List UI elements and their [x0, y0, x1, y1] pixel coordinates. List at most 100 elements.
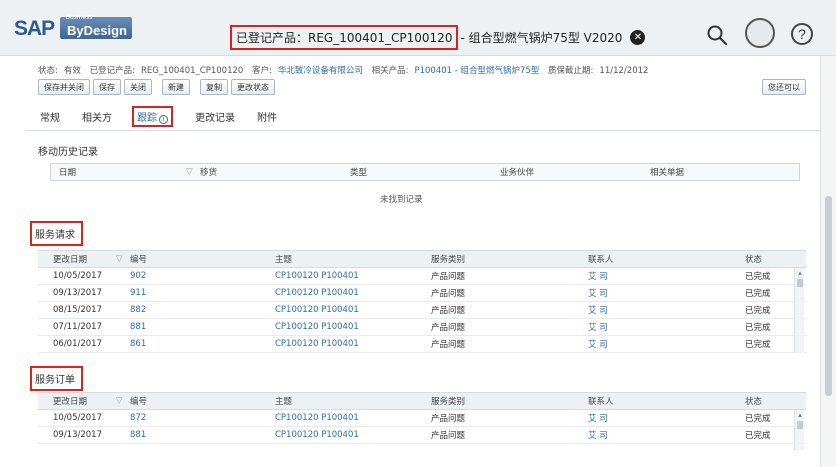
table-row[interactable]: 09/13/2017 911 CP100120 P100401 产品问题 艾 司…: [38, 285, 806, 302]
scroll-thumb[interactable]: [797, 421, 803, 429]
id-link[interactable]: 872: [130, 413, 260, 423]
column-header[interactable]: 更改日期: [38, 395, 116, 407]
id-link[interactable]: 882: [130, 305, 260, 315]
contact-link[interactable]: 艾 司: [573, 304, 730, 316]
category-cell: 产品问题: [431, 414, 466, 424]
contact-link[interactable]: 艾 司: [573, 338, 730, 350]
customer-link[interactable]: 华北致冷设备有限公司: [278, 66, 363, 76]
column-header[interactable]: 编号: [130, 253, 260, 265]
page-scrollbar[interactable]: [820, 56, 836, 467]
product-value: REG_100401_CP100120: [140, 66, 244, 76]
tab-parties[interactable]: 相关方: [80, 108, 114, 125]
close-icon[interactable]: ✕: [630, 29, 646, 45]
date-cell: 10/05/2017: [53, 413, 102, 423]
date-cell: 10/05/2017: [53, 271, 102, 281]
topic-link[interactable]: CP100120 P100401: [260, 413, 416, 423]
contact-link[interactable]: 艾 司: [573, 429, 730, 441]
scroll-thumb[interactable]: [797, 279, 803, 287]
topic-link[interactable]: CP100120 P100401: [260, 305, 416, 315]
warranty-label: 质保截止期:: [548, 66, 594, 76]
more-actions-button[interactable]: 您还可以: [762, 79, 806, 95]
help-icon[interactable]: ?: [791, 23, 813, 45]
sort-icon[interactable]: ▽: [186, 167, 200, 177]
column-header[interactable]: 日期: [51, 166, 186, 178]
logo-sap-text: SAP: [14, 17, 55, 40]
column-header[interactable]: 状态: [730, 253, 806, 265]
topic-link[interactable]: CP100120 P100401: [260, 430, 416, 440]
column-header[interactable]: 状态: [730, 395, 806, 407]
contact-link[interactable]: 艾 司: [573, 287, 730, 299]
column-header[interactable]: 服务类别: [416, 395, 573, 407]
logo-small-text: Business: [66, 14, 93, 21]
column-header[interactable]: 主题: [260, 395, 416, 407]
service-orders-scrollbar[interactable]: ▴: [794, 410, 804, 450]
topic-link[interactable]: CP100120 P100401: [260, 271, 416, 281]
category-cell: 产品问题: [431, 306, 466, 316]
column-header[interactable]: 联系人: [573, 395, 730, 407]
column-header[interactable]: 移货: [200, 166, 350, 178]
category-cell: 产品问题: [431, 289, 466, 299]
search-icon[interactable]: [706, 24, 728, 46]
page-title: 已登记产品：REG_100401_CP100120 - 组合型燃气锅炉75型 V…: [230, 22, 646, 52]
id-link[interactable]: 861: [130, 339, 260, 349]
column-header[interactable]: 业务伙伴: [500, 166, 650, 178]
table-row[interactable]: 07/11/2017 881 CP100120 P100401 产品问题 艾 司…: [38, 319, 806, 336]
tab-tracking[interactable]: 跟踪 i: [132, 106, 173, 127]
column-header[interactable]: 类型: [350, 166, 500, 178]
column-header[interactable]: 编号: [130, 395, 260, 407]
category-cell: 产品问题: [431, 323, 466, 333]
contact-link[interactable]: 艾 司: [573, 270, 730, 282]
page-title-highlighted: 已登记产品：REG_100401_CP100120: [230, 24, 459, 50]
tab-general[interactable]: 常规: [38, 108, 62, 125]
topic-link[interactable]: CP100120 P100401: [260, 339, 416, 349]
copy-button[interactable]: 复制: [200, 79, 228, 95]
column-header[interactable]: 相关单据: [650, 166, 790, 178]
column-header[interactable]: 更改日期: [38, 253, 116, 265]
topic-link[interactable]: CP100120 P100401: [260, 288, 416, 298]
table-row[interactable]: 10/05/2017 902 CP100120 P100401 产品问题 艾 司…: [38, 268, 806, 285]
change-status-button[interactable]: 更改状态: [231, 79, 275, 95]
category-cell: 产品问题: [431, 340, 466, 350]
history-section-title: 移动历史记录: [38, 147, 98, 158]
empty-state-text: 未找到记录: [380, 195, 423, 205]
column-header[interactable]: 主题: [260, 253, 416, 265]
contact-link[interactable]: 艾 司: [573, 321, 730, 333]
object-info-row: 状态: 有效 已登记产品: REG_100401_CP100120 客户: 华北致冷设…: [38, 64, 654, 76]
sort-icon[interactable]: ▽: [116, 254, 130, 264]
table-row[interactable]: 06/01/2017 861 CP100120 P100401 产品问题 艾 司…: [38, 336, 806, 353]
save-button[interactable]: 保存: [93, 79, 121, 95]
table-row[interactable]: 08/15/2017 882 CP100120 P100401 产品问题 艾 司…: [38, 302, 806, 319]
page-title-rest: - 组合型燃气锅炉75型 V2020: [460, 30, 623, 45]
date-cell: 09/13/2017: [53, 288, 102, 298]
page-scroll-thumb[interactable]: [825, 196, 832, 396]
user-avatar-icon[interactable]: [745, 18, 775, 48]
sort-icon[interactable]: ▽: [116, 396, 130, 406]
service-requests-scrollbar[interactable]: ▴: [794, 268, 804, 353]
related-product-link[interactable]: P100401 - 组合型燃气锅炉75型: [414, 66, 539, 76]
tab-attachments[interactable]: 附件: [255, 108, 279, 125]
table-row[interactable]: 10/05/2017 872 CP100120 P100401 产品问题 艾 司…: [38, 410, 806, 427]
close-button[interactable]: 关闭: [124, 79, 152, 95]
column-header[interactable]: 联系人: [573, 253, 730, 265]
save-and-close-button[interactable]: 保存并关闭: [38, 79, 90, 95]
warranty-value: 11/12/2012: [599, 66, 649, 76]
topic-link[interactable]: CP100120 P100401: [260, 322, 416, 332]
id-link[interactable]: 881: [130, 322, 260, 332]
sap-logo: SAP Business ByDesign: [14, 14, 132, 44]
new-button[interactable]: 新建: [162, 79, 190, 95]
id-link[interactable]: 911: [130, 288, 260, 298]
tab-change-log[interactable]: 更改记录: [193, 108, 237, 125]
column-header[interactable]: 服务类别: [416, 253, 573, 265]
divider: [25, 130, 820, 131]
date-cell: 09/13/2017: [53, 430, 102, 440]
date-cell: 07/11/2017: [53, 322, 102, 332]
table-header: 更改日期 ▽ 编号 主题 服务类别 联系人 状态: [38, 392, 806, 410]
table-row[interactable]: 09/13/2017 881 CP100120 P100401 产品问题 艾 司…: [38, 427, 806, 444]
id-link[interactable]: 902: [130, 271, 260, 281]
scroll-up-icon[interactable]: ▴: [796, 269, 804, 277]
contact-link[interactable]: 艾 司: [573, 412, 730, 424]
scroll-up-icon[interactable]: ▴: [796, 411, 804, 419]
app-header: SAP Business ByDesign 已登记产品：REG_100401_C…: [0, 0, 836, 56]
id-link[interactable]: 881: [130, 430, 260, 440]
